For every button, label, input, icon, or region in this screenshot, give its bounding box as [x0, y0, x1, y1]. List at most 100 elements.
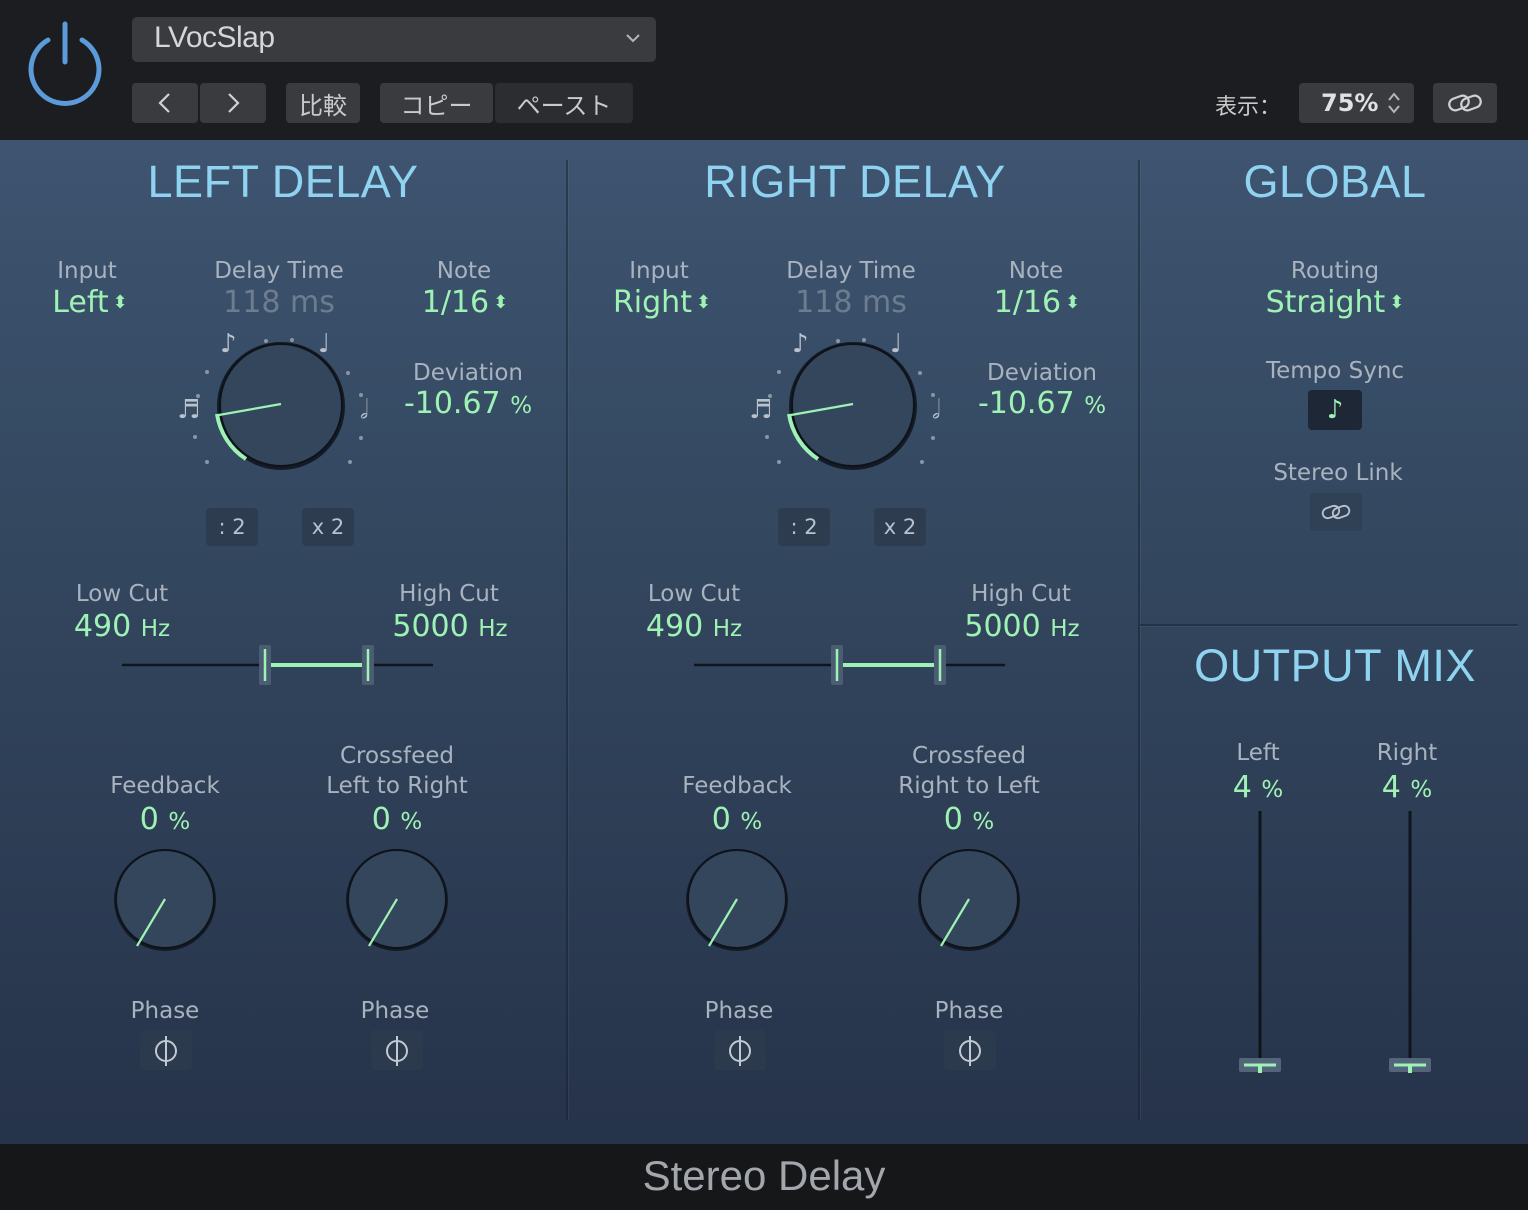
- note-label: Note: [1008, 258, 1064, 284]
- chevron-down-icon: [626, 34, 640, 43]
- low-cut-unit: Hz: [140, 616, 171, 642]
- note-select[interactable]: 1/16 ⬍: [400, 285, 530, 320]
- crossfeed-phase-button[interactable]: [944, 1030, 996, 1070]
- input-select[interactable]: Left ⬍: [30, 285, 150, 320]
- crossfeed-direction-label: Right to Left: [898, 773, 1040, 799]
- right-mix-fader[interactable]: [1385, 811, 1435, 1081]
- crossfeed-phase-button[interactable]: [371, 1030, 423, 1070]
- previous-preset-button[interactable]: [132, 83, 198, 123]
- low-cut-display[interactable]: 490 Hz: [624, 609, 764, 644]
- preset-menu[interactable]: LVocSlap: [132, 17, 656, 62]
- high-cut-display[interactable]: 5000 Hz: [380, 609, 520, 644]
- note-select[interactable]: 1/16 ⬍: [972, 285, 1102, 320]
- filter-range-slider[interactable]: [120, 640, 440, 690]
- halve-delay-button[interactable]: : 2: [206, 508, 258, 546]
- left-mix-fader[interactable]: [1235, 811, 1285, 1081]
- feedback-display: 0 %: [667, 802, 807, 837]
- deviation-display[interactable]: -10.67 %: [962, 386, 1122, 421]
- up-down-arrows-icon: ⬍: [695, 292, 712, 313]
- high-cut-display[interactable]: 5000 Hz: [952, 609, 1092, 644]
- crossfeed-knob[interactable]: [914, 845, 1024, 955]
- crossfeed-knob[interactable]: [342, 845, 452, 955]
- view-label: 表示：: [1215, 95, 1282, 120]
- next-preset-button[interactable]: [200, 83, 266, 123]
- delay-time-value[interactable]: 118 ms: [189, 285, 369, 320]
- global-section: GLOBAL Routing Straight ⬍ Tempo Sync ♪ St…: [1140, 140, 1528, 624]
- sixteenth-note-icon: ♬: [177, 395, 200, 425]
- deviation-display[interactable]: -10.67 %: [388, 386, 548, 421]
- plugin-body: LEFT DELAY Input Left ⬍ Delay Time 118 ms…: [0, 140, 1528, 1144]
- feedback-unit: %: [168, 809, 191, 835]
- delay-time-knob[interactable]: ♪ ♩ ♬ 𝅗𝅥: [732, 320, 972, 490]
- double-delay-button[interactable]: x 2: [302, 508, 354, 546]
- quarter-note-icon: ♩: [318, 329, 330, 359]
- power-icon[interactable]: [22, 20, 108, 106]
- section-title: RIGHT DELAY: [704, 156, 1006, 207]
- copy-button[interactable]: コピー: [380, 83, 493, 123]
- input-value: Right: [612, 285, 692, 320]
- delay-time-value[interactable]: 118 ms: [761, 285, 941, 320]
- halve-delay-button[interactable]: : 2: [778, 508, 830, 546]
- right-mix-label: Right: [1376, 740, 1438, 766]
- routing-label: Routing: [1290, 258, 1380, 284]
- feedback-phase-button[interactable]: [714, 1030, 766, 1070]
- section-title: OUTPUT MIX: [1194, 640, 1476, 691]
- delay-time-label: Delay Time: [786, 258, 916, 284]
- link-icon: [1321, 504, 1351, 520]
- delay-time-label: Delay Time: [214, 258, 344, 284]
- high-cut-unit: Hz: [478, 616, 508, 642]
- right-mix-unit: %: [1410, 777, 1433, 803]
- double-delay-button[interactable]: x 2: [874, 508, 926, 546]
- crossfeed-phase-label: Phase: [934, 998, 1004, 1024]
- left-mix-value: 4: [1232, 770, 1252, 805]
- feedback-knob[interactable]: [110, 845, 220, 955]
- input-label: Input: [629, 258, 689, 284]
- eighth-note-icon: ♪: [220, 329, 237, 359]
- feedback-knob[interactable]: [682, 845, 792, 955]
- chevron-right-icon: [228, 93, 240, 113]
- right-delay-section: RIGHT DELAY Input Right ⬍ Delay Time 118 …: [572, 140, 1138, 1144]
- delay-time-knob[interactable]: ♪ ♩ ♬ 𝅗𝅥: [160, 320, 400, 490]
- paste-button[interactable]: ペースト: [495, 83, 633, 123]
- chevron-left-icon: [158, 93, 170, 113]
- high-cut-value: 5000: [392, 609, 469, 644]
- feedback-phase-button[interactable]: [140, 1030, 192, 1070]
- preset-name: LVocSlap: [154, 21, 275, 54]
- zoom-select[interactable]: 75%: [1299, 83, 1414, 123]
- deviation-value: -10.67: [977, 386, 1075, 421]
- left-mix-label: Left: [1236, 740, 1280, 766]
- plugin-footer: Stereo Delay: [0, 1144, 1528, 1210]
- phase-icon: [959, 1036, 981, 1066]
- deviation-label: Deviation: [412, 360, 523, 386]
- note-value: 1/16: [421, 285, 490, 320]
- tempo-sync-button[interactable]: ♪: [1308, 390, 1362, 430]
- crossfeed-direction-label: Left to Right: [326, 773, 468, 799]
- input-select[interactable]: Right ⬍: [597, 285, 727, 320]
- link-plugin-button[interactable]: [1433, 83, 1497, 123]
- deviation-unit: %: [510, 393, 533, 419]
- up-down-arrows-icon: ⬍: [493, 292, 509, 313]
- high-cut-label: High Cut: [971, 581, 1071, 607]
- low-cut-label: Low Cut: [647, 581, 741, 607]
- stereo-link-label: Stereo Link: [1273, 460, 1403, 486]
- note-value: 1/16: [993, 285, 1062, 320]
- up-down-arrows-icon: ⬍: [112, 292, 128, 313]
- low-cut-label: Low Cut: [75, 581, 169, 607]
- eighth-note-icon: ♪: [1326, 395, 1344, 425]
- crossfeed-value: 0: [371, 802, 391, 837]
- filter-range-slider[interactable]: [692, 640, 1012, 690]
- stereo-link-button[interactable]: [1310, 493, 1362, 531]
- crossfeed-display: 0 %: [327, 802, 467, 837]
- left-mix-display: 4 %: [1208, 770, 1308, 805]
- feedback-unit: %: [740, 809, 763, 835]
- input-value: Left: [52, 285, 109, 320]
- deviation-value: -10.67: [403, 386, 501, 421]
- compare-button[interactable]: 比較: [286, 83, 360, 123]
- low-cut-display[interactable]: 490 Hz: [52, 609, 192, 644]
- feedback-value: 0: [711, 802, 731, 837]
- phase-icon: [729, 1036, 751, 1066]
- routing-select[interactable]: Straight ⬍: [1235, 285, 1435, 320]
- phase-icon: [386, 1036, 408, 1066]
- crossfeed-phase-label: Phase: [360, 998, 430, 1024]
- up-down-arrows-icon: [1388, 92, 1400, 114]
